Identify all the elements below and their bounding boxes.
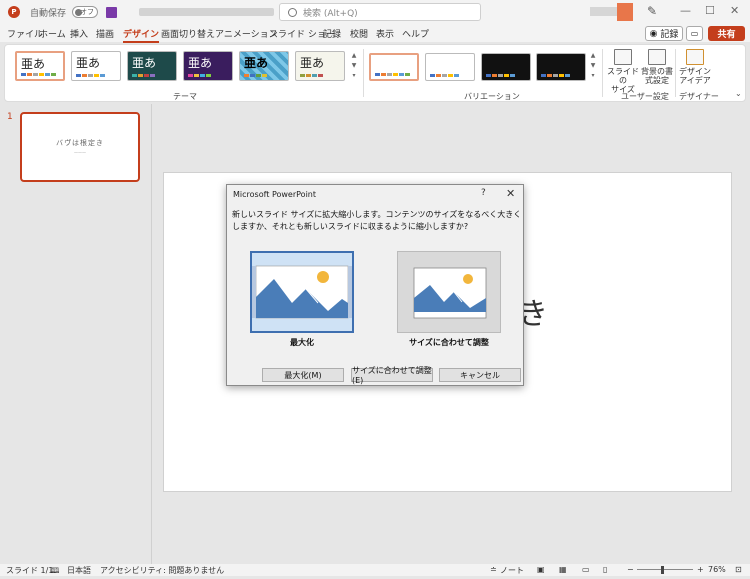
theme-scroll[interactable]: ▲ ▼ ▾ xyxy=(350,51,358,83)
search-placeholder: 検索 (Alt+Q) xyxy=(303,8,358,19)
slide-count: スライド 1/1 xyxy=(6,566,54,575)
share-button[interactable]: 共有 xyxy=(708,26,745,41)
slide-size-icon xyxy=(614,49,632,65)
slide-size-button[interactable]: スライドの サイズ xyxy=(605,49,641,94)
tab-review[interactable]: 校閲 xyxy=(350,27,368,40)
zoom-in-icon[interactable]: + xyxy=(697,565,704,574)
close-icon[interactable]: ✕ xyxy=(506,187,515,200)
collapse-ribbon-icon[interactable]: ⌄ xyxy=(735,89,742,98)
pen-icon[interactable]: ✎ xyxy=(647,4,657,18)
share-label: 共有 xyxy=(717,30,736,40)
divider xyxy=(602,49,603,97)
fit-option-label: サイズに合わせて調整 xyxy=(409,338,489,347)
variation-scroll[interactable]: ▲ ▼ ▾ xyxy=(589,51,597,83)
slideshow-icon[interactable]: ▯ xyxy=(603,565,607,574)
comment-button[interactable]: ▭ xyxy=(686,26,703,41)
tab-view[interactable]: 表示 xyxy=(376,27,394,40)
tab-design[interactable]: デザイン xyxy=(123,27,160,43)
search-icon xyxy=(288,7,297,17)
variation-group-label: バリエーション xyxy=(464,92,520,101)
variation-3[interactable] xyxy=(481,53,531,81)
tab-home[interactable]: ホーム xyxy=(39,27,66,40)
comment-icon: ▭ xyxy=(690,29,699,38)
slide-thumbnail[interactable]: バウ゚は根定き ——— xyxy=(20,112,140,182)
record-label: 記録 xyxy=(660,30,679,40)
scale-dialog: Microsoft PowerPoint ? ✕ 新しいスライド サイズに拡大縮… xyxy=(226,184,524,386)
slide-number: 1 xyxy=(7,112,13,122)
autosave-toggle[interactable]: オフ xyxy=(72,6,99,18)
design-ideas-button[interactable]: デザイン アイデア xyxy=(677,49,713,85)
dialog-message: 新しいスライド サイズに拡大縮小します。コンテンツのサイズをなるべく大きくします… xyxy=(232,210,522,231)
tab-insert[interactable]: 挿入 xyxy=(70,27,88,40)
notes-icon[interactable]: ≐ xyxy=(490,565,497,574)
user-name-redacted xyxy=(590,7,620,16)
avatar[interactable] xyxy=(617,3,633,21)
background-format-icon xyxy=(648,49,666,65)
theme-5[interactable]: 亜あ xyxy=(239,51,289,81)
save-icon[interactable] xyxy=(106,6,118,18)
theme-2[interactable]: 亜あ xyxy=(71,51,121,81)
status-bar: スライド 1/1 🕮 日本語 アクセシビリティ: 問題ありません ≐ ノート ▣… xyxy=(0,564,750,576)
zoom-level[interactable]: 76% xyxy=(708,565,726,574)
zoom-slider-track[interactable] xyxy=(637,569,693,570)
tab-draw[interactable]: 描画 xyxy=(96,27,114,40)
autosave-state: オフ xyxy=(80,8,95,16)
search-box[interactable]: 検索 (Alt+Q) xyxy=(279,3,481,21)
fit-option[interactable] xyxy=(397,251,501,333)
record-button[interactable]: ◉ 記録 xyxy=(645,26,683,41)
fit-illustration-icon xyxy=(413,267,487,319)
maximize-icon[interactable]: ☐ xyxy=(705,4,715,17)
slide-sorter-icon[interactable]: ▦ xyxy=(559,565,567,574)
design-ideas-label: デザイン アイデア xyxy=(679,67,711,85)
autosave-label: 自動保存 xyxy=(30,8,67,19)
slide-thumbnail-title: バウ゚は根定き xyxy=(56,139,104,147)
notes-button[interactable]: ノート xyxy=(500,565,524,576)
maximize-illustration-icon xyxy=(252,265,352,319)
theme-3[interactable]: 亜あ xyxy=(127,51,177,81)
menu-bar: ファイル ホーム 挿入 描画 デザイン 画面切り替え アニメーション スライド … xyxy=(0,24,750,43)
close-window-icon[interactable]: ✕ xyxy=(730,4,739,17)
theme-office[interactable]: 亜あ xyxy=(15,51,65,81)
maximize-button[interactable]: 最大化(M) xyxy=(262,368,344,382)
tab-transitions[interactable]: 画面切り替え xyxy=(161,27,215,40)
document-title-redacted xyxy=(139,8,275,16)
panel-divider xyxy=(151,104,152,564)
theme-4[interactable]: 亜あ xyxy=(183,51,233,81)
divider xyxy=(363,49,364,97)
zoom-slider-handle[interactable] xyxy=(661,566,664,574)
tab-help[interactable]: ヘルプ xyxy=(402,27,429,40)
powerpoint-logo-icon: P xyxy=(8,6,20,18)
background-format-button[interactable]: 背景の書 式設定 xyxy=(639,49,675,85)
minimize-icon[interactable]: — xyxy=(680,4,691,17)
tab-record[interactable]: 記録 xyxy=(323,27,341,40)
zoom-out-icon[interactable]: − xyxy=(627,565,634,574)
user-group-label: ユーザー設定 xyxy=(621,92,669,101)
designer-group-label: デザイナー xyxy=(679,92,719,101)
cancel-button[interactable]: キャンセル xyxy=(439,368,521,382)
slide-thumbnail-subtitle: ——— xyxy=(74,150,86,155)
spellcheck-icon[interactable]: 🕮 xyxy=(50,565,59,579)
fit-button[interactable]: サイズに合わせて調整(E) xyxy=(351,366,433,385)
accessibility-status[interactable]: アクセシビリティ: 問題ありません xyxy=(100,565,224,576)
theme-group-label: テーマ xyxy=(173,92,197,101)
theme-6[interactable]: 亜あ xyxy=(295,51,345,81)
reading-view-icon[interactable]: ▭ xyxy=(582,565,590,574)
variation-1[interactable] xyxy=(369,53,419,81)
variation-2[interactable] xyxy=(425,53,475,81)
help-icon[interactable]: ? xyxy=(481,188,486,198)
maximize-option-label: 最大化 xyxy=(290,338,314,347)
variation-4[interactable] xyxy=(536,53,586,81)
normal-view-icon[interactable]: ▣ xyxy=(537,565,545,574)
fit-to-window-icon[interactable]: ⊡ xyxy=(735,565,742,574)
language[interactable]: 日本語 xyxy=(67,565,91,576)
divider xyxy=(675,49,676,97)
slide-size-label: スライドの サイズ xyxy=(607,67,639,94)
maximize-option[interactable] xyxy=(250,251,354,333)
tab-file[interactable]: ファイル xyxy=(7,27,43,40)
background-format-label: 背景の書 式設定 xyxy=(641,67,673,85)
ribbon: 亜あ 亜あ 亜あ 亜あ 亜あ 亜あ ▲ ▼ ▾ テーマ ▲ ▼ ▾ バリエーション スラ… xyxy=(4,44,746,102)
dialog-title: Microsoft PowerPoint xyxy=(233,190,316,199)
design-ideas-icon xyxy=(686,49,704,65)
